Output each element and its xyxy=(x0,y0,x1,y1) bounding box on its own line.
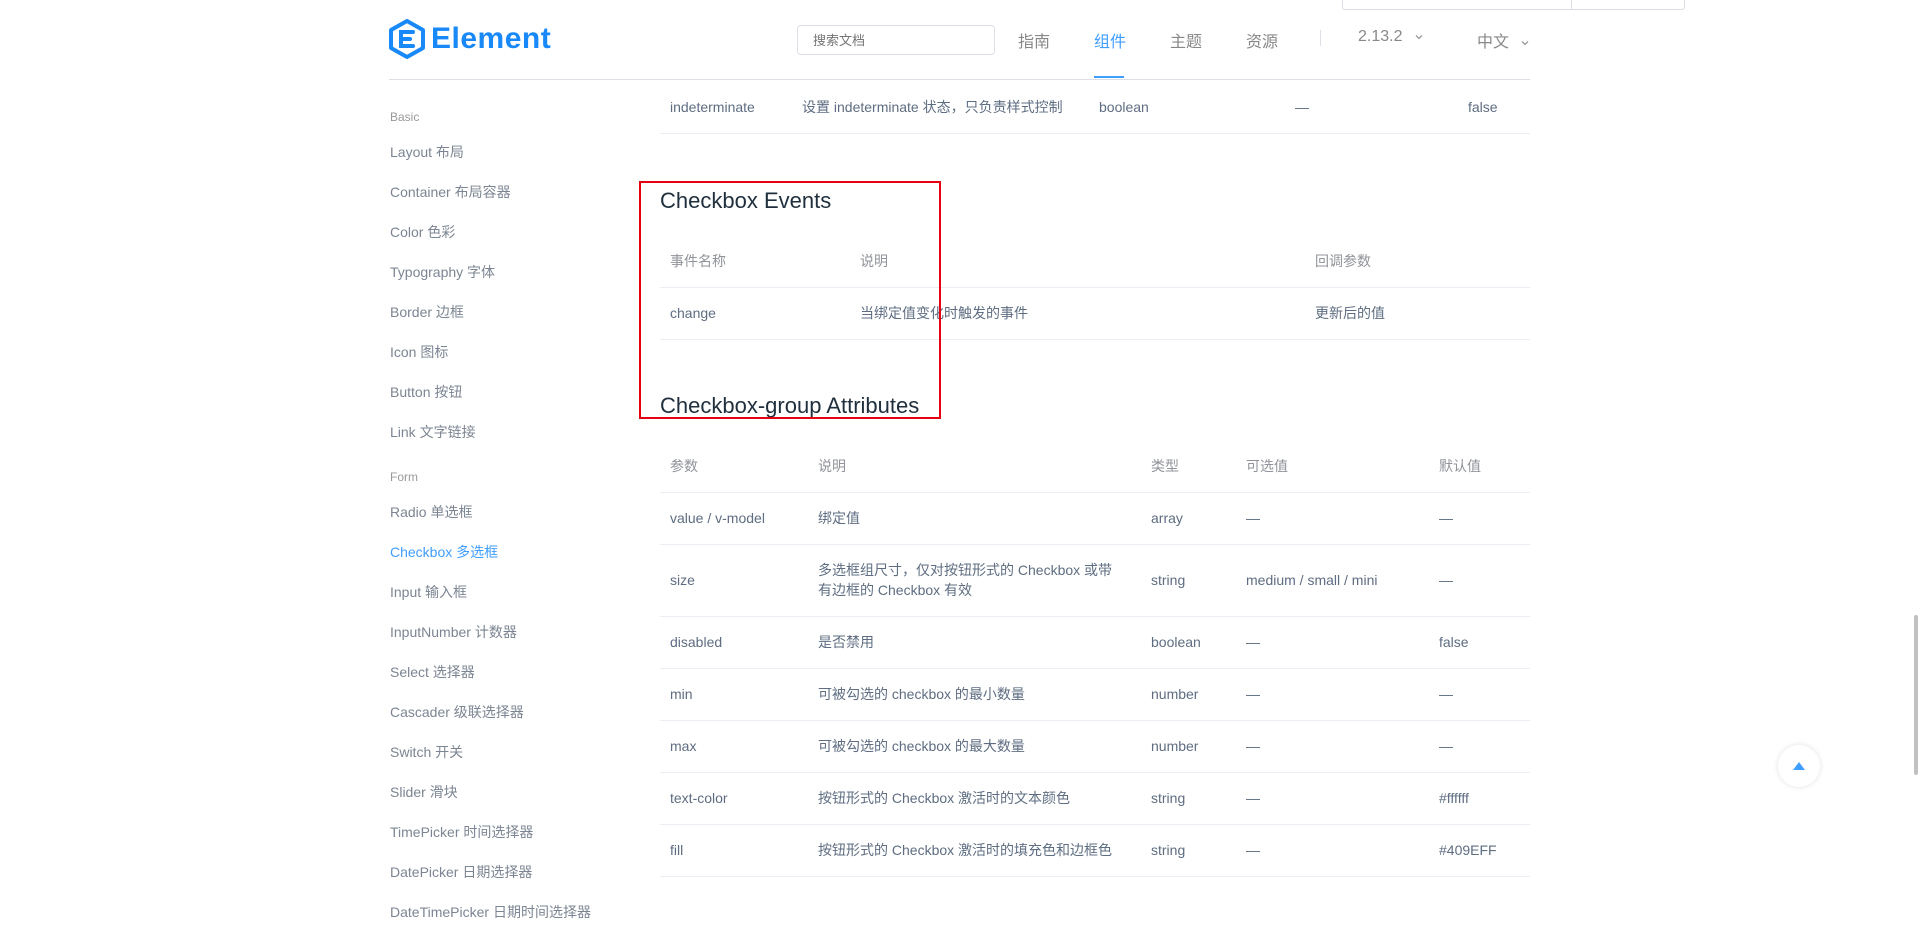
table-cell: min xyxy=(670,686,693,702)
table-cell: 是否禁用 xyxy=(818,634,874,650)
table-cell: — xyxy=(1246,686,1260,702)
sidebar-item-icon[interactable]: Icon 图标 xyxy=(390,342,448,362)
table-header-cell: 可选值 xyxy=(1246,458,1288,474)
events-table-header: 事件名称 说明 回调参数 xyxy=(660,235,1530,288)
sidebar-item-checkbox[interactable]: Checkbox 多选框 xyxy=(390,542,498,562)
table-cell: medium / small / mini xyxy=(1246,572,1378,588)
table-cell: — xyxy=(1439,510,1453,526)
table-cell: fill xyxy=(670,842,684,858)
table-cell: false xyxy=(1439,634,1469,650)
page-scrollbar[interactable] xyxy=(1913,0,1920,937)
sidebar-item-layout[interactable]: Layout 布局 xyxy=(390,142,464,162)
table-cell: number xyxy=(1151,738,1199,754)
table-row: fill 按钮形式的 Checkbox 激活时的填充色和边框色 string —… xyxy=(660,824,1530,877)
sidebar-group-form: Form xyxy=(390,470,418,484)
table-cell: boolean xyxy=(1099,99,1149,115)
table-cell: indeterminate xyxy=(670,99,755,115)
sidebar-item-input[interactable]: Input 输入框 xyxy=(390,582,467,602)
table-cell: 更新后的值 xyxy=(1315,305,1385,321)
table-cell: — xyxy=(1439,572,1453,588)
table-header-cell: 说明 xyxy=(818,458,846,474)
sidebar-group-basic: Basic xyxy=(390,110,420,124)
table-cell: — xyxy=(1246,790,1260,806)
sidebar-item-cascader[interactable]: Cascader 级联选择器 xyxy=(390,702,524,722)
events-section-title: Checkbox Events xyxy=(660,188,832,213)
table-row: disabled 是否禁用 boolean — false xyxy=(660,616,1530,669)
table-cell: text-color xyxy=(670,790,728,806)
table-cell: disabled xyxy=(670,634,723,650)
table-cell: number xyxy=(1151,686,1199,702)
table-header-cell: 事件名称 xyxy=(670,253,726,269)
table-row: text-color 按钮形式的 Checkbox 激活时的文本颜色 strin… xyxy=(660,772,1530,825)
table-cell: — xyxy=(1246,634,1260,650)
table-cell: false xyxy=(1468,99,1498,115)
table-cell: — xyxy=(1439,738,1453,754)
table-cell: — xyxy=(1246,738,1260,754)
table-cell: string xyxy=(1151,572,1186,588)
table-cell: array xyxy=(1151,510,1183,526)
table-cell: #ffffff xyxy=(1439,790,1469,806)
table-cell: — xyxy=(1246,842,1260,858)
sidebar-item-slider[interactable]: Slider 滑块 xyxy=(390,782,458,802)
table-row: min 可被勾选的 checkbox 的最小数量 number — — xyxy=(660,668,1530,721)
sidebar-item-container[interactable]: Container 布局容器 xyxy=(390,182,511,202)
caret-up-icon xyxy=(1793,762,1805,770)
table-cell: 多选框组尺寸，仅对按钮形式的 Checkbox 或带有边框的 Checkbox … xyxy=(818,562,1113,598)
table-header-cell: 说明 xyxy=(860,253,888,269)
table-cell: boolean xyxy=(1151,634,1201,650)
sidebar-item-datetimepicker[interactable]: DateTimePicker 日期时间选择器 xyxy=(390,902,591,922)
sidebar-item-select[interactable]: Select 选择器 xyxy=(390,662,475,682)
element-logo[interactable]: Element xyxy=(389,18,551,60)
table-header-cell: 默认值 xyxy=(1439,458,1481,474)
main-content: indeterminate 设置 indeterminate 状态，只负责样式控… xyxy=(660,0,1530,937)
table-cell: 按钮形式的 Checkbox 激活时的填充色和边框色 xyxy=(818,842,1113,858)
sidebar-item-button[interactable]: Button 按钮 xyxy=(390,382,462,402)
sidebar-item-timepicker[interactable]: TimePicker 时间选择器 xyxy=(390,822,533,842)
table-cell: — xyxy=(1295,99,1309,115)
table-cell: 设置 indeterminate 状态，只负责样式控制 xyxy=(802,99,1063,115)
popover-divider xyxy=(1571,0,1572,9)
table-cell: 可被勾选的 checkbox 的最小数量 xyxy=(818,686,1025,702)
sidebar-item-datepicker[interactable]: DatePicker 日期选择器 xyxy=(390,862,532,882)
table-header-cell: 参数 xyxy=(670,458,698,474)
sidebar-item-inputnumber[interactable]: InputNumber 计数器 xyxy=(390,622,517,642)
table-row: indeterminate 设置 indeterminate 状态，只负责样式控… xyxy=(660,81,1530,134)
group-attributes-section-title: Checkbox-group Attributes xyxy=(660,393,920,418)
table-header-cell: 回调参数 xyxy=(1315,253,1371,269)
sidebar-item-radio[interactable]: Radio 单选框 xyxy=(390,502,472,522)
table-header-cell: 类型 xyxy=(1151,458,1179,474)
table-row: value / v-model 绑定值 array — — xyxy=(660,492,1530,545)
table-cell: 绑定值 xyxy=(818,510,860,526)
table-cell: 当绑定值变化时触发的事件 xyxy=(860,305,1028,321)
table-cell: change xyxy=(670,305,716,321)
table-row: max 可被勾选的 checkbox 的最大数量 number — — xyxy=(660,720,1530,773)
table-cell: 可被勾选的 checkbox 的最大数量 xyxy=(818,738,1025,754)
brand-name: Element xyxy=(431,22,552,55)
table-cell: string xyxy=(1151,842,1186,858)
sidebar-item-border[interactable]: Border 边框 xyxy=(390,302,464,322)
attributes-table-header: 参数 说明 类型 可选值 默认值 xyxy=(660,440,1530,493)
sidebar-item-typography[interactable]: Typography 字体 xyxy=(390,262,495,282)
table-cell: string xyxy=(1151,790,1186,806)
table-cell: value / v-model xyxy=(670,510,765,526)
table-row: size 多选框组尺寸，仅对按钮形式的 Checkbox 或带有边框的 Chec… xyxy=(660,544,1530,617)
table-cell: max xyxy=(670,738,697,754)
sidebar-item-switch[interactable]: Switch 开关 xyxy=(390,742,463,762)
back-to-top-button[interactable] xyxy=(1778,745,1820,787)
table-cell: — xyxy=(1439,686,1453,702)
sidebar-item-color[interactable]: Color 色彩 xyxy=(390,222,455,242)
sidebar-item-link[interactable]: Link 文字链接 xyxy=(390,422,476,442)
element-logo-icon xyxy=(389,19,425,59)
table-cell: #409EFF xyxy=(1439,842,1497,858)
scrollbar-thumb[interactable] xyxy=(1914,615,1918,775)
table-row: change 当绑定值变化时触发的事件 更新后的值 xyxy=(660,287,1530,340)
sidebar-nav: Basic Layout 布局 Container 布局容器 Color 色彩 … xyxy=(390,80,630,937)
table-cell: 按钮形式的 Checkbox 激活时的文本颜色 xyxy=(818,790,1071,806)
table-cell: — xyxy=(1246,510,1260,526)
table-cell: size xyxy=(670,572,695,588)
